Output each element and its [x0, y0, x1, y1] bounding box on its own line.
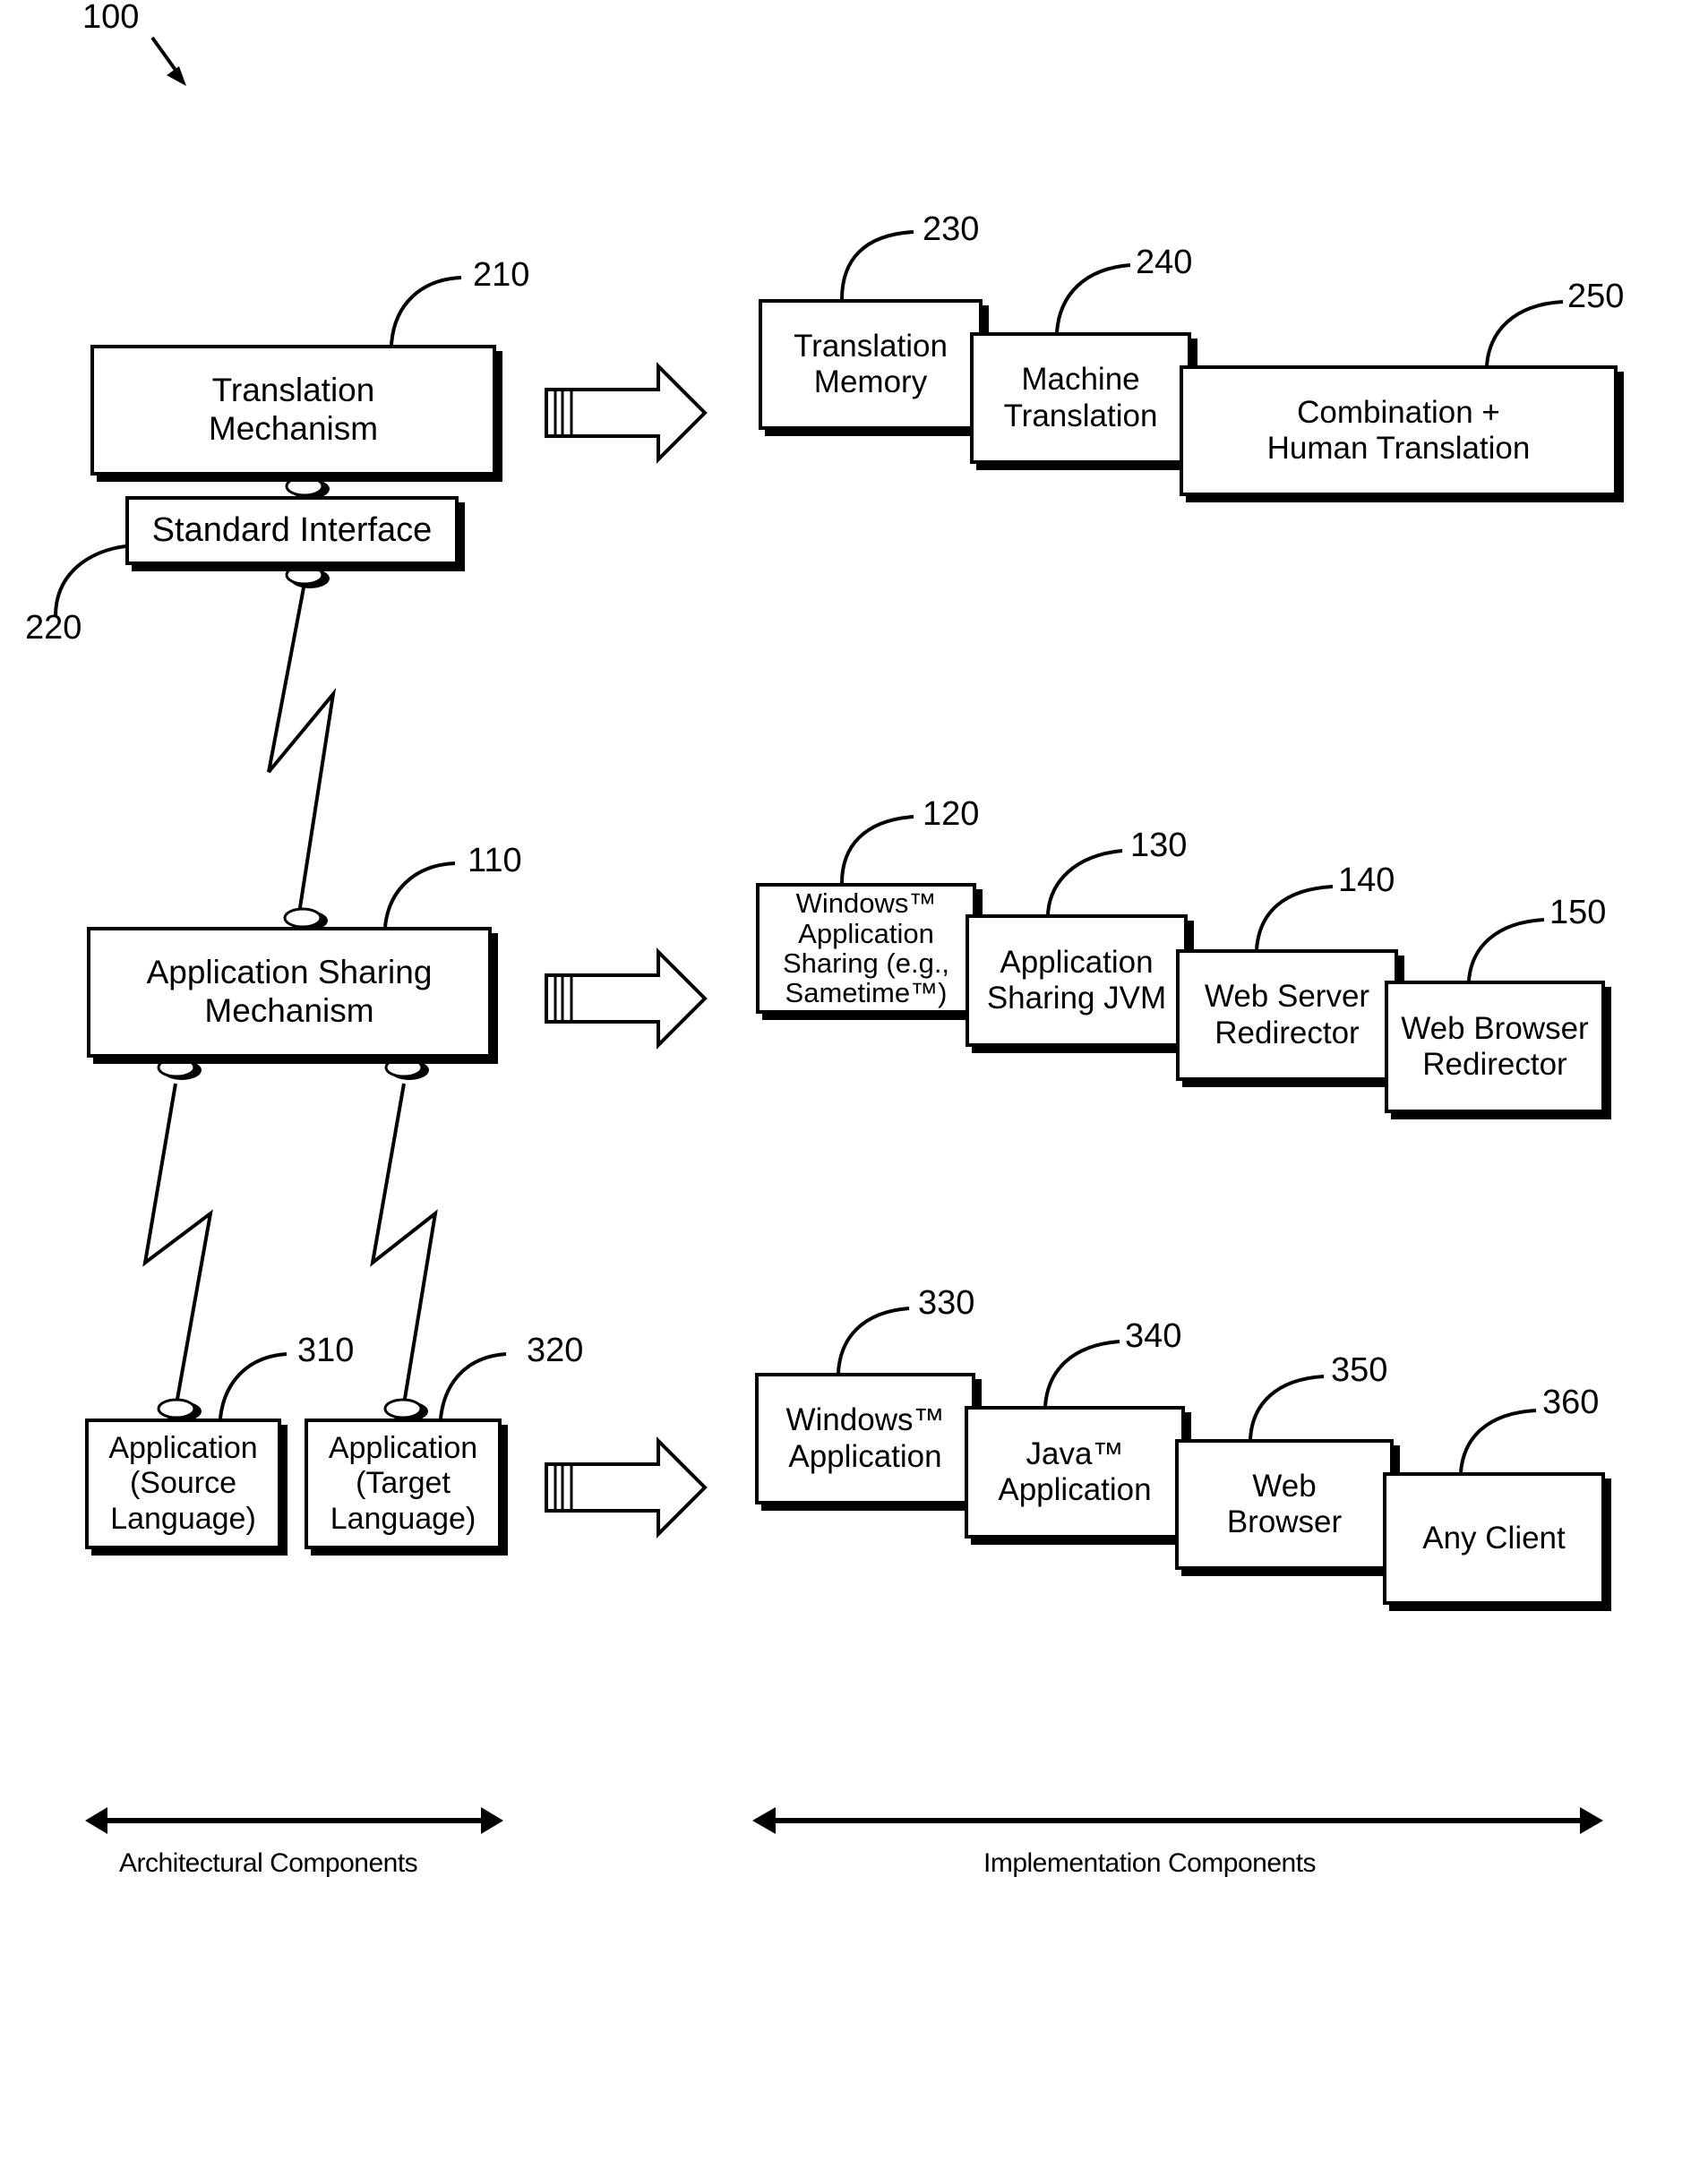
application-source-box: Application (Source Language)	[85, 1419, 281, 1549]
windows-application-sharing-box: Windows™ Application Sharing (e.g., Same…	[756, 883, 976, 1014]
application-target-box: Application (Target Language)	[305, 1419, 502, 1549]
ref-340: 340	[1125, 1317, 1182, 1355]
machine-translation-box: Machine Translation	[970, 332, 1191, 464]
client-arrow	[545, 1436, 708, 1539]
translation-memory-box: Translation Memory	[759, 299, 983, 430]
ref-150: 150	[1549, 894, 1607, 931]
architectural-components-caption: Architectural Components	[119, 1848, 418, 1878]
ref-210: 210	[473, 256, 530, 294]
standard-interface-box: Standard Interface	[125, 496, 459, 565]
ref-230: 230	[923, 210, 980, 248]
ref-140: 140	[1338, 861, 1395, 899]
implementation-components-caption: Implementation Components	[983, 1848, 1317, 1878]
sharing-arrow	[545, 947, 708, 1050]
ref-250: 250	[1567, 278, 1625, 315]
ref-110: 110	[468, 842, 522, 879]
application-sharing-mechanism-box: Application Sharing Mechanism	[87, 927, 492, 1058]
translation-mechanism-box: Translation Mechanism	[90, 345, 496, 476]
windows-application-box: Windows™ Application	[755, 1373, 975, 1504]
ref-310: 310	[297, 1332, 355, 1369]
ref-120: 120	[923, 795, 980, 833]
ref-240: 240	[1136, 244, 1193, 281]
application-sharing-jvm-box: Application Sharing JVM	[966, 914, 1188, 1047]
java-application-box: Java™ Application	[965, 1406, 1185, 1539]
figure-pointer-arrow	[150, 36, 186, 86]
any-client-box: Any Client	[1383, 1472, 1605, 1605]
web-browser-redirector-box: Web Browser Redirector	[1385, 981, 1605, 1113]
ref-130: 130	[1130, 827, 1188, 864]
combination-human-translation-box: Combination + Human Translation	[1180, 365, 1618, 496]
architectural-range-arrow	[85, 1807, 503, 1834]
ref-350: 350	[1331, 1351, 1388, 1389]
web-browser-box: Web Browser	[1175, 1439, 1394, 1570]
implementation-range-arrow	[752, 1807, 1603, 1834]
ref-320: 320	[527, 1332, 584, 1369]
ref-220: 220	[25, 609, 82, 647]
figure-number: 100	[82, 0, 140, 36]
ref-330: 330	[918, 1284, 975, 1322]
ref-360: 360	[1542, 1384, 1600, 1421]
translation-arrow	[545, 362, 708, 464]
web-server-redirector-box: Web Server Redirector	[1176, 949, 1398, 1081]
